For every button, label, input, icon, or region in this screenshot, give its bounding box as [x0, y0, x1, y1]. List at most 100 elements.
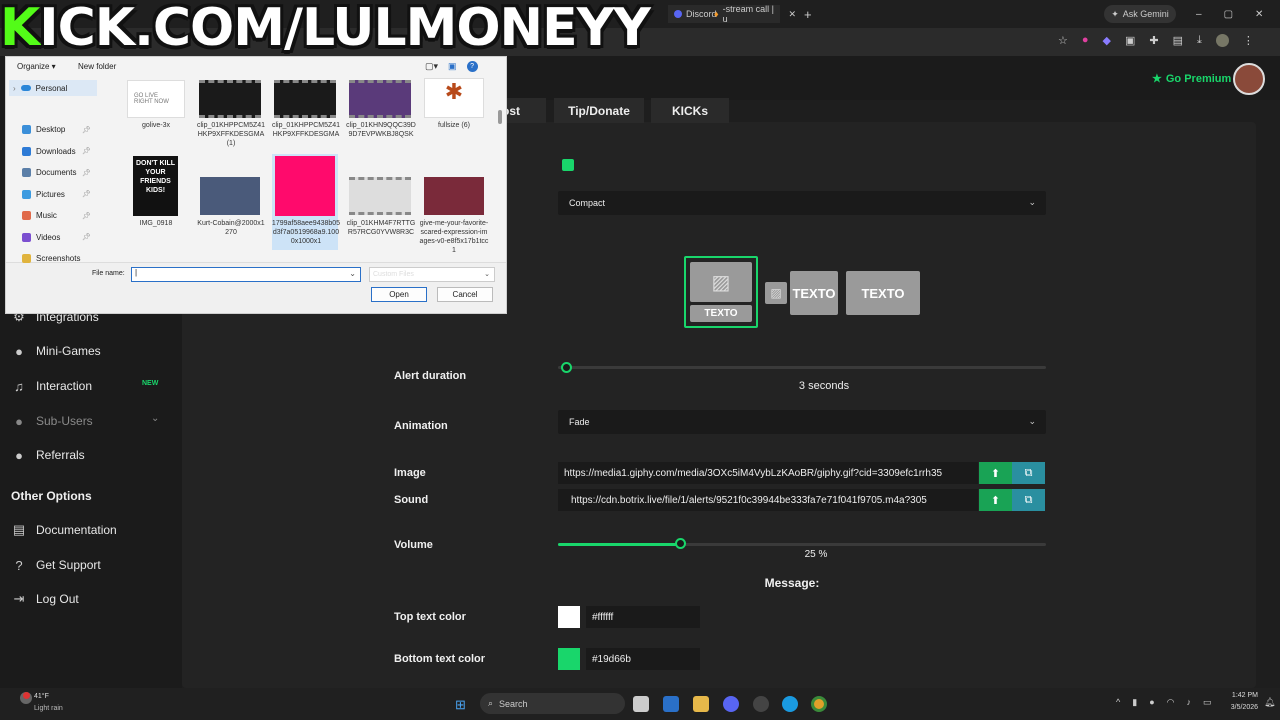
file-name[interactable]: fullsize (6) [419, 121, 489, 130]
quick-access-documents[interactable]: Documents 📌︎ [22, 168, 91, 177]
file-name[interactable]: golive-3x [121, 121, 191, 130]
chrome-icon[interactable] [811, 696, 827, 712]
help-icon[interactable]: ? [466, 61, 478, 72]
search-icon: ⌕ [488, 698, 494, 708]
bottom-color-input[interactable]: #19d66b [586, 648, 700, 670]
file-thumbnail [424, 177, 484, 215]
top-color-swatch[interactable] [558, 606, 580, 628]
file-name[interactable]: clip_01KHPPCM5Z41HKP9XFFKDESGMA (1) [196, 121, 266, 148]
sidebar-item-sub-users[interactable]: ● Sub-Users [11, 413, 93, 429]
image-upload-button[interactable]: ⬆ [979, 462, 1012, 484]
scrollbar-thumb[interactable] [498, 110, 502, 124]
file-name[interactable]: clip_01KHN9QQC39D9D7EVPWKBJ8QSK [346, 121, 416, 139]
sidebar-item-referrals[interactable]: ● Referrals [11, 447, 85, 463]
chevron-down-icon[interactable]: ⌄ [151, 413, 159, 424]
chevron-down-icon: ⌄ [1028, 416, 1036, 426]
menu-icon[interactable]: ⋮ [1243, 34, 1254, 47]
puzzle-icon[interactable]: ✚ [1149, 34, 1158, 47]
file-name[interactable]: 1799af58aee9438b05d3f7a0519968a9.1000x10… [271, 219, 341, 246]
enabled-checkbox[interactable] [562, 159, 574, 171]
file-name[interactable]: clip_01KHPPCM5Z41HKP9XFFKDESGMA [271, 121, 341, 139]
star-icon[interactable]: ☆ [1058, 34, 1068, 47]
minimize-icon[interactable]: – [1196, 9, 1202, 20]
extension-icon[interactable]: ◆ [1103, 34, 1111, 47]
sidebar-item-documentation[interactable]: ▤ Documentation [11, 522, 117, 538]
taskbar-search[interactable]: ⌕ Search [480, 693, 625, 714]
sidepanel-icon[interactable]: ▤ [1173, 34, 1183, 47]
volume-slider[interactable] [558, 543, 1046, 546]
app-tray-icon[interactable]: ● [1149, 697, 1154, 708]
clock-time[interactable]: 1:42 PM [1224, 692, 1258, 699]
discord-icon[interactable] [723, 696, 739, 712]
open-button[interactable]: Open [371, 287, 427, 302]
organize-menu[interactable]: Organize ▾ [17, 62, 56, 71]
file-type-filter[interactable]: Custom Files ⌄ [369, 267, 495, 282]
user-avatar[interactable] [1233, 63, 1265, 95]
tab-tip-donate[interactable]: Tip/Donate [554, 98, 644, 123]
sidebar-item-interaction[interactable]: ♫ Interaction [11, 378, 92, 394]
file-name[interactable]: Kurt-Cobain@2000x1270 [196, 219, 266, 237]
alert-duration-knob[interactable] [561, 362, 572, 373]
cancel-button[interactable]: Cancel [437, 287, 493, 302]
pane-icon[interactable]: ▣ [448, 61, 457, 72]
view-icon[interactable]: ▢▾ [425, 61, 438, 72]
quick-access-videos[interactable]: Videos 📌︎ [22, 232, 91, 242]
layout-option-stacked[interactable]: ▨ TEXTO [684, 256, 758, 328]
store-icon[interactable] [663, 696, 679, 712]
quick-access-screenshots[interactable]: Screenshots [22, 254, 80, 263]
layout-option-side[interactable]: ▨ TEXTO [765, 271, 839, 315]
sound-upload-button[interactable]: ⬆ [979, 489, 1012, 511]
image-library-button[interactable]: ⧉ [1012, 462, 1045, 484]
quick-access-desktop[interactable]: Desktop 📌︎ [22, 125, 91, 134]
new-folder-button[interactable]: New folder [78, 62, 116, 71]
quick-access-music[interactable]: Music 📌︎ [22, 211, 91, 220]
battery-icon[interactable]: ▭ [1203, 697, 1212, 708]
quick-access-pictures[interactable]: Pictures 📌︎ [22, 189, 91, 199]
bottom-color-swatch[interactable] [558, 648, 580, 670]
top-color-input[interactable]: #ffffff [586, 606, 700, 628]
file-name[interactable]: clip_01KHM4F7RTTGR57RCG0YVW8R3C [346, 219, 416, 237]
layout-option-overlay[interactable]: TEXTO [846, 271, 920, 315]
extension-icon[interactable]: ▣ [1125, 34, 1135, 47]
windows-start-icon[interactable]: ⊞ [455, 697, 466, 713]
profile-avatar[interactable] [1215, 34, 1229, 47]
extension-icon[interactable]: ● [1082, 34, 1089, 47]
close-window-icon[interactable]: ✕ [1255, 9, 1263, 20]
chevron-down-icon: ⌄ [1028, 197, 1036, 207]
file-name-input[interactable]: | ⌄ [131, 267, 361, 282]
nav-personal[interactable]: › Personal [9, 80, 97, 96]
battery-icon[interactable]: ▮ [1132, 697, 1137, 708]
tab-kicks[interactable]: KICKs [651, 98, 729, 123]
volume-icon[interactable]: ♪ [1186, 697, 1191, 708]
quick-access-downloads[interactable]: Downloads 📌︎ [22, 146, 91, 156]
edge-icon[interactable] [782, 696, 798, 712]
maximize-icon[interactable]: ▢ [1224, 9, 1233, 20]
screenshots-folder-icon [22, 254, 31, 263]
download-icon[interactable]: ⤓ [1197, 34, 1202, 47]
alert-duration-slider[interactable] [558, 366, 1046, 369]
file-name[interactable]: give-me-your-favorite-scared-expression-… [419, 219, 489, 257]
notifications-icon[interactable]: 🔔︎ [1264, 697, 1275, 708]
wifi-icon[interactable]: ◠ [1167, 697, 1175, 708]
clock-date[interactable]: 3/5/2026 [1220, 704, 1258, 711]
image-url-input[interactable]: https://media1.giphy.com/media/3OXc5iM4V… [558, 462, 978, 484]
go-premium-button[interactable]: ★ Go Premium [1152, 72, 1231, 86]
sidebar-item-log-out[interactable]: ⇥ Log Out [11, 591, 79, 607]
sound-library-button[interactable]: ⧉ [1012, 489, 1045, 511]
animation-select[interactable]: Fade ⌄ [558, 410, 1046, 434]
folder-icon[interactable] [693, 696, 709, 712]
task-view-icon[interactable] [633, 696, 649, 712]
sidebar-item-get-support[interactable]: ? Get Support [11, 557, 100, 573]
app-icon[interactable] [753, 696, 769, 712]
close-icon[interactable]: ✕ [788, 9, 796, 20]
new-tab-button[interactable]: + [804, 5, 812, 23]
file-name[interactable]: IMG_0918 [121, 219, 191, 228]
tab-stream-call[interactable]: ♦ -stream call | u ✕ [708, 4, 796, 24]
sidebar-item-mini-games[interactable]: ● Mini-Games [11, 343, 101, 359]
image-label: Image [394, 467, 426, 479]
volume-knob[interactable] [675, 538, 686, 549]
chevron-up-icon[interactable]: ^ [1116, 697, 1120, 708]
layout-select[interactable]: Compact ⌄ [558, 191, 1046, 215]
sound-url-input[interactable]: https://cdn.botrix.live/file/1/alerts/95… [558, 489, 978, 511]
ask-gemini-button[interactable]: ✦ Ask Gemini [1104, 5, 1176, 23]
